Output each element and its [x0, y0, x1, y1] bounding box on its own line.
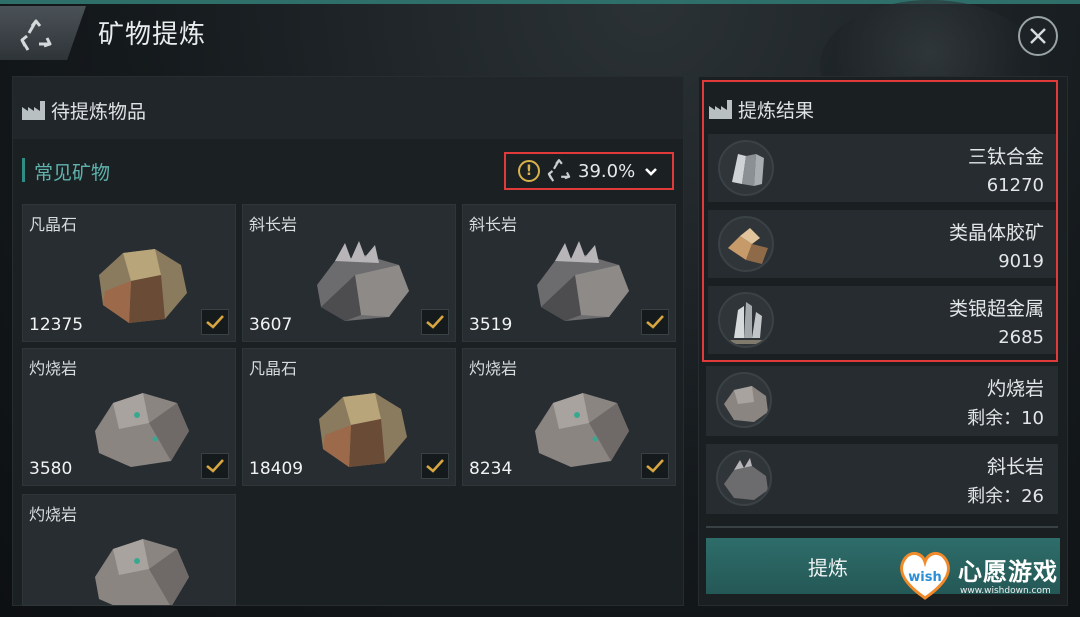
page-title: 矿物提炼 [98, 20, 207, 50]
watermark-url: www.wishdown.com [960, 586, 1051, 596]
select-checkbox[interactable] [421, 309, 449, 335]
leftover-remaining: 剩余：10 [967, 408, 1044, 429]
watermark: wish 心愿游戏 www.wishdown.com [896, 546, 1080, 604]
mineral-count: 3519 [469, 315, 513, 335]
heart-logo-icon: wish [900, 552, 950, 600]
mineral-cell[interactable]: 凡晶石 12375 [22, 204, 236, 342]
ore-icon [319, 393, 407, 467]
check-icon [426, 459, 444, 473]
check-icon [206, 315, 224, 329]
input-section-title: 待提炼物品 [51, 101, 147, 123]
category-title: 常见矿物 [34, 162, 111, 184]
ore-icon [99, 249, 187, 323]
ore-icon [317, 241, 409, 321]
refine-rate-selector[interactable]: ! 39.0% [504, 152, 674, 190]
ore-icon [95, 393, 189, 467]
mineral-name: 斜长岩 [249, 215, 298, 234]
mineral-count: 3607 [249, 315, 293, 335]
mineral-cell[interactable]: 斜长岩 3519 [462, 204, 676, 342]
mineral-count: 12375 [29, 315, 84, 335]
leftover-item: 斜长岩 剩余：26 [706, 444, 1058, 514]
mineral-name: 凡晶石 [249, 359, 298, 378]
header-icon-box [0, 6, 86, 60]
check-icon [206, 459, 224, 473]
watermark-text: 心愿游戏 [958, 558, 1058, 586]
recycle-icon [20, 19, 52, 51]
leftover-item: 灼烧岩 剩余：10 [706, 366, 1058, 436]
mineral-name: 灼烧岩 [469, 359, 518, 378]
mineral-count: 18409 [249, 459, 304, 479]
ore-icon [95, 539, 189, 605]
mineral-count: 8234 [469, 459, 513, 479]
mineral-count: 3580 [29, 459, 73, 479]
check-icon [646, 459, 664, 473]
category-accent-bar [22, 158, 25, 182]
select-checkbox[interactable] [641, 453, 669, 479]
mineral-name: 斜长岩 [469, 215, 518, 234]
check-icon [426, 315, 444, 329]
select-checkbox[interactable] [201, 453, 229, 479]
mineral-cell[interactable]: 灼烧岩 3580 [22, 348, 236, 486]
ore-icon [716, 450, 772, 506]
warning-icon[interactable]: ! [518, 160, 540, 182]
input-section-header: 待提炼物品 [13, 77, 683, 139]
factory-icon [22, 101, 45, 120]
check-icon [646, 315, 664, 329]
leftover-name: 灼烧岩 [986, 378, 1044, 400]
mineral-cell[interactable]: 灼烧岩 [22, 494, 236, 606]
close-button[interactable] [1018, 16, 1058, 56]
select-checkbox[interactable] [201, 309, 229, 335]
mineral-name: 凡晶石 [29, 215, 78, 234]
chevron-down-icon [645, 168, 658, 176]
mineral-cell[interactable]: 凡晶石 18409 [242, 348, 456, 486]
mineral-cell[interactable]: 灼烧岩 8234 [462, 348, 676, 486]
refine-rate-value: 39.0% [578, 160, 636, 182]
refine-button-label: 提炼 [808, 555, 848, 580]
ore-icon [716, 372, 772, 428]
svg-text:wish: wish [908, 570, 941, 585]
mineral-name: 灼烧岩 [29, 505, 78, 524]
leftover-name: 斜长岩 [986, 456, 1044, 478]
mineral-cell[interactable]: 斜长岩 3607 [242, 204, 456, 342]
ore-icon [537, 241, 629, 321]
mineral-refine-screen: 矿物提炼 待提炼物品 常见矿物 ! 39.0% 凡晶石 12375 斜长岩 36… [0, 0, 1080, 617]
select-checkbox[interactable] [641, 309, 669, 335]
ore-icon [535, 393, 629, 467]
result-highlight-box [702, 80, 1058, 362]
mineral-name: 灼烧岩 [29, 359, 78, 378]
divider [706, 526, 1058, 528]
select-checkbox[interactable] [421, 453, 449, 479]
recycle-icon [547, 159, 571, 182]
leftover-remaining: 剩余：26 [967, 486, 1044, 507]
close-icon [1030, 28, 1046, 44]
